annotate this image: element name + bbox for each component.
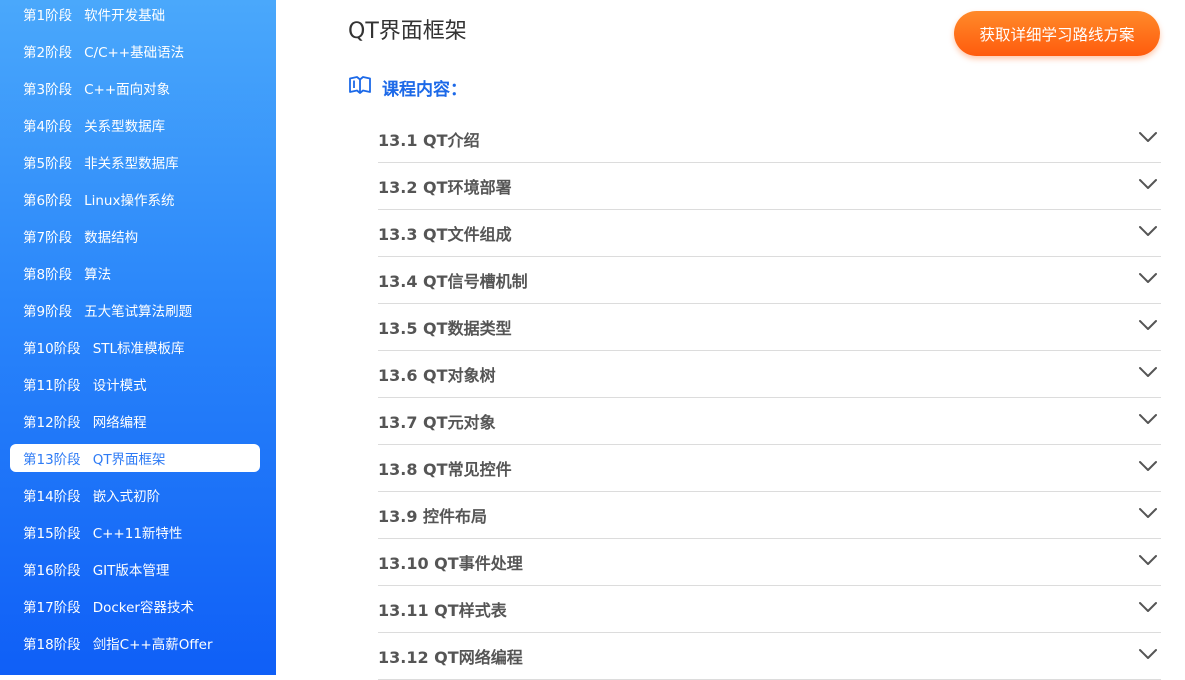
course-item-label: 13.2 QT环境部署	[378, 178, 512, 197]
course-item[interactable]: 13.5 QT数据类型	[378, 304, 1161, 351]
chevron-down-icon[interactable]	[1138, 174, 1161, 198]
chevron-down-icon[interactable]	[1138, 644, 1161, 668]
stage-number: 第9阶段	[23, 304, 73, 320]
stage-number: 第18阶段	[23, 637, 81, 653]
course-accordion: 13.1 QT介绍 13.2 QT环境部署 13.3 QT文件组成 13.4 QT信号…	[378, 116, 1161, 680]
stage-number: 第16阶段	[23, 563, 81, 579]
sidebar-stage-item[interactable]: 第17阶段 Docker容器技术	[10, 592, 260, 620]
stage-number: 第15阶段	[23, 526, 81, 542]
stage-name: 数据结构	[84, 230, 139, 246]
stage-name: C++面向对象	[84, 82, 171, 98]
stage-number: 第12阶段	[23, 415, 81, 431]
stage-name: C/C++基础语法	[84, 45, 185, 61]
chevron-down-icon[interactable]	[1138, 362, 1161, 386]
sidebar-stage-item[interactable]: 第7阶段 数据结构	[10, 222, 260, 250]
course-item[interactable]: 13.9 控件布局	[378, 492, 1161, 539]
course-item-label: 13.11 QT样式表	[378, 601, 507, 620]
chevron-down-icon[interactable]	[1138, 315, 1161, 339]
stage-name: 嵌入式初阶	[92, 489, 161, 505]
course-item-label: 13.4 QT信号槽机制	[378, 272, 528, 291]
course-item[interactable]: 13.2 QT环境部署	[378, 163, 1161, 210]
chevron-down-icon[interactable]	[1138, 409, 1161, 433]
stage-number: 第7阶段	[23, 230, 73, 246]
sidebar-stage-item[interactable]: 第10阶段 STL标准模板库	[10, 333, 260, 361]
stage-number: 第14阶段	[23, 489, 81, 505]
course-item-label: 13.5 QT数据类型	[378, 319, 512, 338]
sidebar-stage-item[interactable]: 第1阶段 软件开发基础	[10, 0, 260, 28]
stage-name: 网络编程	[92, 415, 147, 431]
book-icon	[348, 73, 372, 101]
stage-number: 第11阶段	[23, 378, 81, 394]
course-item[interactable]: 13.12 QT网络编程	[378, 633, 1161, 680]
stage-name: QT界面框架	[92, 452, 166, 468]
stage-name: Linux操作系统	[84, 193, 175, 209]
sidebar-stage-item[interactable]: 第12阶段 网络编程	[10, 407, 260, 435]
stage-name: 非关系型数据库	[84, 156, 179, 172]
stage-sidebar: 第1阶段 软件开发基础第2阶段 C/C++基础语法第3阶段 C++面向对象第4阶段 关系…	[0, 0, 276, 675]
course-item-label: 13.10 QT事件处理	[378, 554, 523, 573]
course-item[interactable]: 13.11 QT样式表	[378, 586, 1161, 633]
sidebar-stage-item[interactable]: 第8阶段 算法	[10, 259, 260, 287]
stage-number: 第10阶段	[23, 341, 81, 357]
stage-number: 第3阶段	[23, 82, 73, 98]
course-item[interactable]: 13.10 QT事件处理	[378, 539, 1161, 586]
chevron-down-icon[interactable]	[1138, 268, 1161, 292]
sidebar-stage-item[interactable]: 第16阶段 GIT版本管理	[10, 555, 260, 583]
chevron-down-icon[interactable]	[1138, 221, 1161, 245]
sidebar-stage-item[interactable]: 第15阶段 C++11新特性	[10, 518, 260, 546]
sidebar-stage-item[interactable]: 第3阶段 C++面向对象	[10, 74, 260, 102]
sidebar-stage-item[interactable]: 第14阶段 嵌入式初阶	[10, 481, 260, 509]
sidebar-stage-item[interactable]: 第6阶段 Linux操作系统	[10, 185, 260, 213]
chevron-down-icon[interactable]	[1138, 597, 1161, 621]
course-item-label: 13.6 QT对象树	[378, 366, 496, 385]
course-item-label: 13.1 QT介绍	[378, 131, 480, 150]
stage-number: 第1阶段	[23, 8, 73, 24]
course-item-label: 13.9 控件布局	[378, 507, 488, 526]
stage-name: Docker容器技术	[92, 600, 194, 616]
stage-number: 第13阶段	[23, 452, 81, 468]
course-item-label: 13.8 QT常见控件	[378, 460, 512, 479]
stage-name: STL标准模板库	[92, 341, 185, 357]
sidebar-stage-item[interactable]: 第9阶段 五大笔试算法刷题	[10, 296, 260, 324]
section-label: 课程内容：	[382, 79, 467, 100]
sidebar-stage-item[interactable]: 第4阶段 关系型数据库	[10, 111, 260, 139]
stage-name: 设计模式	[92, 378, 147, 394]
course-item[interactable]: 13.4 QT信号槽机制	[378, 257, 1161, 304]
sidebar-stage-item[interactable]: 第18阶段 剑指C++高薪Offer	[10, 629, 260, 657]
stage-name: GIT版本管理	[92, 563, 170, 579]
stage-name: 算法	[84, 267, 112, 283]
stage-number: 第4阶段	[23, 119, 73, 135]
course-item-label: 13.12 QT网络编程	[378, 648, 523, 667]
sidebar-stage-item[interactable]: 第5阶段 非关系型数据库	[10, 148, 260, 176]
stage-name: 软件开发基础	[84, 8, 166, 24]
course-item[interactable]: 13.8 QT常见控件	[378, 445, 1161, 492]
page-title: QT界面框架	[348, 19, 467, 44]
chevron-down-icon[interactable]	[1138, 456, 1161, 480]
sidebar-stage-item[interactable]: 第2阶段 C/C++基础语法	[10, 37, 260, 65]
get-learning-plan-button[interactable]: 获取详细学习路线方案	[954, 11, 1160, 56]
stage-name: 剑指C++高薪Offer	[92, 637, 213, 653]
stage-number: 第17阶段	[23, 600, 81, 616]
chevron-down-icon[interactable]	[1138, 550, 1161, 574]
stage-name: C++11新特性	[92, 526, 183, 542]
chevron-down-icon[interactable]	[1138, 503, 1161, 527]
course-item[interactable]: 13.3 QT文件组成	[378, 210, 1161, 257]
course-item[interactable]: 13.7 QT元对象	[378, 398, 1161, 445]
stage-number: 第2阶段	[23, 45, 73, 61]
course-item-label: 13.7 QT元对象	[378, 413, 496, 432]
stage-name: 五大笔试算法刷题	[84, 304, 193, 320]
stage-number: 第6阶段	[23, 193, 73, 209]
sidebar-stage-item[interactable]: 第13阶段 QT界面框架	[10, 444, 260, 472]
course-item-label: 13.3 QT文件组成	[378, 225, 512, 244]
sidebar-stage-item[interactable]: 第11阶段 设计模式	[10, 370, 260, 398]
stage-number: 第8阶段	[23, 267, 73, 283]
course-item[interactable]: 13.1 QT介绍	[378, 116, 1161, 163]
course-item[interactable]: 13.6 QT对象树	[378, 351, 1161, 398]
course-content-heading: 课程内容：	[348, 73, 467, 101]
stage-number: 第5阶段	[23, 156, 73, 172]
chevron-down-icon[interactable]	[1138, 127, 1161, 151]
stage-name: 关系型数据库	[84, 119, 166, 135]
